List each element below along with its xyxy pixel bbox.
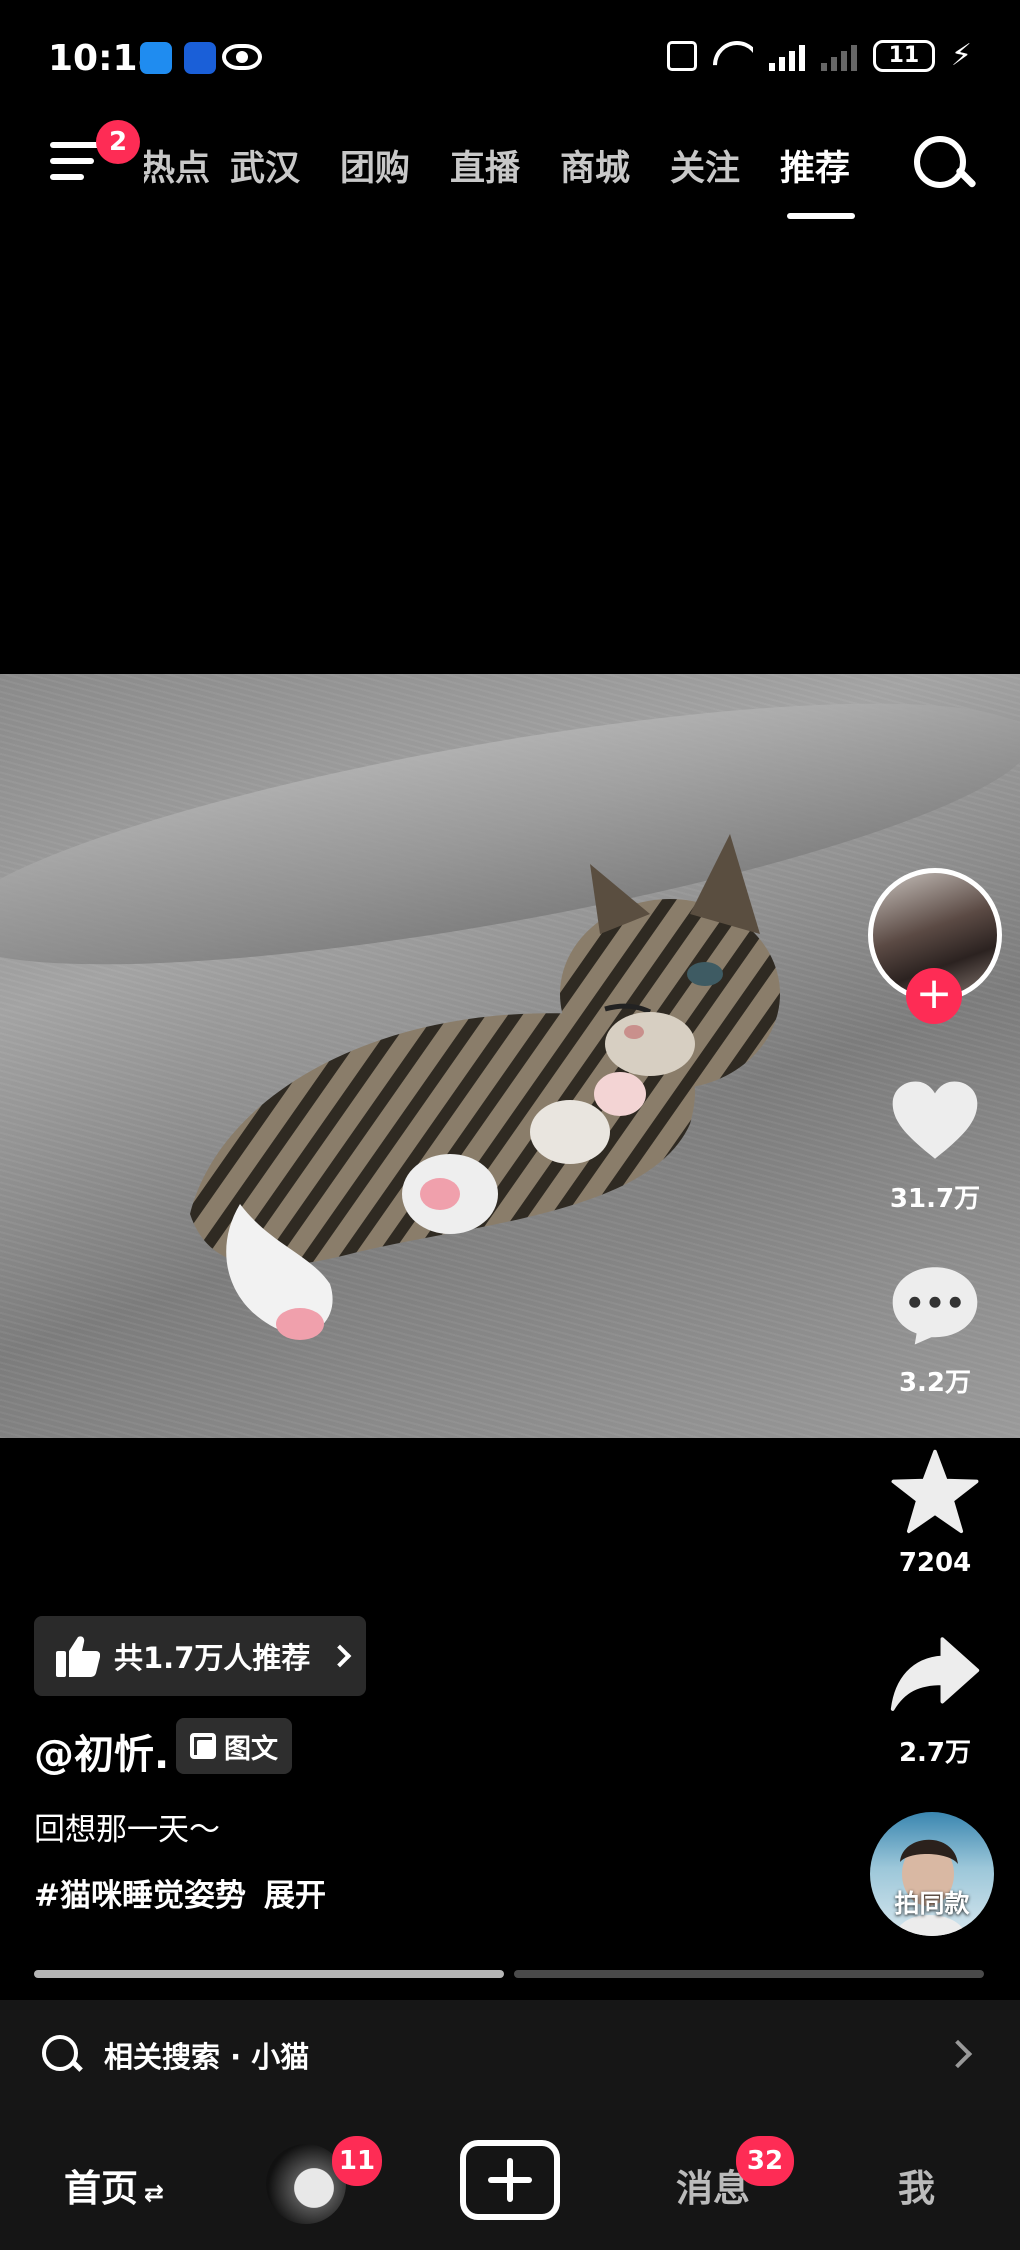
recommend-text: 共1.7万人推荐 <box>114 1641 311 1675</box>
comment-button[interactable]: 3.2万 <box>868 1262 1002 1399</box>
tab-wuhan[interactable]: 武汉 <box>210 140 320 191</box>
bolt-icon: ⚡ <box>950 38 972 73</box>
like-button[interactable]: 31.7万 <box>868 1078 1002 1215</box>
bottom-nav: 首页 ⇄ 11 消息 32 我 <box>0 2110 1020 2250</box>
photo-post-icon <box>190 1733 216 1759</box>
heart-icon <box>892 1081 978 1159</box>
chevron-right-icon <box>943 2039 973 2069</box>
message-app-icon <box>140 42 172 74</box>
like-count: 31.7万 <box>889 1184 981 1214</box>
caption: 回想那一天～ <box>34 1812 220 1848</box>
comment-count: 3.2万 <box>898 1368 972 1398</box>
recommend-bar[interactable]: 共1.7万人推荐 <box>34 1616 366 1696</box>
star-icon <box>891 1449 979 1534</box>
related-search-bar[interactable]: 相关搜索 · 小猫 <box>0 2000 1020 2110</box>
progress-segment-current <box>34 1970 504 1978</box>
same-style-button[interactable]: 拍同款 <box>870 1812 994 1936</box>
blue-app-icon <box>184 42 216 74</box>
author-name[interactable]: @初忻. <box>34 1722 169 1780</box>
eye-icon <box>222 44 262 70</box>
comment-icon <box>892 1267 978 1345</box>
vibrate-icon <box>666 40 697 71</box>
tab-recommended[interactable]: 推荐 <box>760 140 870 219</box>
post-image[interactable] <box>0 674 1020 1438</box>
hashtag-link[interactable]: #猫咪睡觉姿势 <box>34 1870 246 1915</box>
nav-me[interactable]: 我 <box>898 2158 935 2212</box>
follow-button[interactable]: + <box>906 968 962 1024</box>
swap-icon: ⇄ <box>144 2179 165 2207</box>
top-nav: 2 热点 武汉 团购 直播 商城 关注 推荐 <box>0 120 1020 220</box>
tab-mall[interactable]: 商城 <box>540 140 650 191</box>
favorite-count: 7204 <box>898 1548 972 1578</box>
friends-badge: 11 <box>332 2136 382 2186</box>
wifi-icon <box>713 41 753 71</box>
nav-me-label: 我 <box>898 2167 935 2210</box>
search-icon[interactable] <box>912 134 972 194</box>
share-count: 2.7万 <box>898 1738 972 1768</box>
post-type-label: 图文 <box>224 1733 278 1765</box>
expand-button[interactable]: 展开 <box>264 1870 326 1915</box>
share-icon <box>890 1637 980 1711</box>
sleeping-kitten-photo <box>190 834 780 1340</box>
related-search-label: 相关搜索 · 小猫 <box>104 2040 310 2074</box>
share-button[interactable]: 2.7万 <box>868 1632 1002 1769</box>
create-post-button[interactable] <box>460 2140 560 2220</box>
search-icon <box>42 2035 82 2075</box>
signal-2-icon <box>820 41 857 71</box>
battery-icon: 11 <box>872 39 935 72</box>
tab-list: 热点 武汉 团购 直播 商城 关注 推荐 <box>130 140 870 219</box>
image-progress <box>34 1970 984 1978</box>
tab-following[interactable]: 关注 <box>650 140 760 191</box>
tab-hot[interactable]: 热点 <box>144 140 210 191</box>
signal-icon <box>768 41 805 71</box>
chevron-right-icon <box>329 1644 352 1668</box>
same-style-label: 拍同款 <box>894 1889 970 1918</box>
progress-segment <box>514 1970 984 1978</box>
nav-home-label: 首页 <box>64 2167 138 2210</box>
thumbs-up-icon <box>56 1636 100 1677</box>
post-type-badge: 图文 <box>176 1718 292 1774</box>
menu-icon[interactable] <box>50 142 100 186</box>
status-bar: 10:18 11 ⚡ <box>0 0 1020 120</box>
nav-home[interactable]: 首页 ⇄ <box>64 2158 164 2212</box>
favorite-button[interactable]: 7204 <box>868 1448 1002 1578</box>
hashtag-row: #猫咪睡觉姿势 展开 <box>34 1870 326 1915</box>
messages-badge: 32 <box>736 2136 794 2186</box>
tab-live[interactable]: 直播 <box>430 140 540 191</box>
tab-group-buy[interactable]: 团购 <box>320 140 430 191</box>
